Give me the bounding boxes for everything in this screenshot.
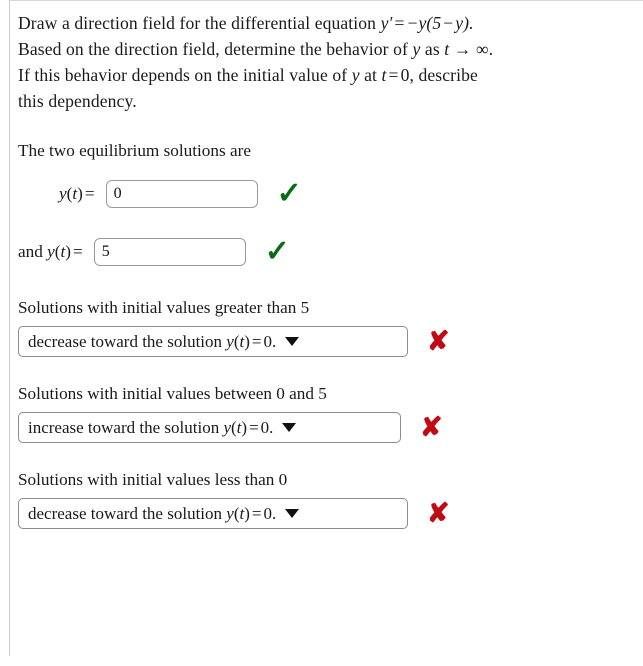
math-equals: = xyxy=(251,503,262,523)
question-label-3: Solutions with initial values less than … xyxy=(18,470,288,489)
problem-line-3-text: If this behavior depends on the initial … xyxy=(18,65,348,85)
incorrect-cross-icon-1: ✘ xyxy=(427,326,450,356)
math-y-var-3: y xyxy=(351,65,360,85)
left-divider xyxy=(9,0,10,656)
math-y-prime-var: y xyxy=(380,13,389,33)
math-rhs-b: y). xyxy=(455,13,474,33)
equilibrium-input-1[interactable]: 0 xyxy=(105,180,258,208)
math-infinity-symbol: ∞. xyxy=(475,39,494,59)
question-row-1: decrease toward the solution y(t) = 0. ✘ xyxy=(18,326,643,357)
equilibrium-row-1: y(t) = 0 ✓ xyxy=(18,175,643,213)
problem-panel: Draw a direction field for the different… xyxy=(18,0,643,666)
question-label-2: Solutions with initial values between 0 … xyxy=(18,384,327,403)
problem-statement: Draw a direction field for the different… xyxy=(18,10,643,114)
math-equals: = xyxy=(73,242,83,261)
math-equals: = xyxy=(84,184,95,203)
math-equals: = xyxy=(249,417,259,437)
math-equals-1: = xyxy=(394,13,405,33)
math-minus-1: − xyxy=(443,13,454,33)
problem-line-3-at: at xyxy=(364,65,378,85)
answer-dropdown-1-value: 0. xyxy=(263,331,277,351)
question-label-1: Solutions with initial values greater th… xyxy=(18,298,310,317)
equilibrium-row-2-label: and y(t) = xyxy=(18,242,85,262)
incorrect-cross-icon-3: ✘ xyxy=(427,498,450,528)
math-arrow-symbol: → xyxy=(453,39,472,59)
math-t-var-3: t xyxy=(381,65,387,85)
incorrect-cross-icon-2: ✘ xyxy=(420,412,443,442)
math-zero-3: 0, xyxy=(400,65,414,85)
answer-dropdown-3-value: 0. xyxy=(263,503,277,523)
answer-dropdown-2-verb: increase toward the solution xyxy=(28,417,220,437)
chevron-down-icon[interactable] xyxy=(285,509,300,518)
question-row-3: decrease toward the solution y(t) = 0. ✘ xyxy=(18,498,643,529)
chevron-down-icon[interactable] xyxy=(285,337,300,346)
answer-dropdown-1[interactable]: decrease toward the solution y(t) = 0. xyxy=(18,326,408,357)
math-equals: = xyxy=(251,331,262,351)
chevron-down-icon[interactable] xyxy=(282,423,297,432)
correct-check-icon-2: ✓ xyxy=(264,235,290,268)
problem-line-4: this dependency. xyxy=(18,91,137,111)
answer-dropdown-3[interactable]: decrease toward the solution y(t) = 0. xyxy=(18,498,408,529)
answer-dropdown-1-verb: decrease toward the solution xyxy=(28,331,223,351)
answer-dropdown-3-verb: decrease toward the solution xyxy=(28,503,223,523)
problem-line-1: Draw a direction field for the different… xyxy=(18,10,643,36)
equilibrium-row-2: and y(t) = 5 ✓ xyxy=(18,233,643,271)
equilibrium-input-2[interactable]: 5 xyxy=(93,238,246,266)
answer-dropdown-2-value: 0. xyxy=(260,417,274,437)
correct-check-icon-1: ✓ xyxy=(276,177,302,210)
equilibrium-heading: The two equilibrium solutions are xyxy=(18,141,251,160)
math-y-var: y xyxy=(226,331,234,351)
math-equals-3: = xyxy=(388,65,399,85)
math-y-var: y xyxy=(59,184,67,203)
math-t-var-2: t xyxy=(444,39,450,59)
problem-line-3: If this behavior depends on the initial … xyxy=(18,62,643,88)
math-y-var: y xyxy=(226,503,234,523)
equilibrium-row-1-label: y(t) = xyxy=(59,184,97,204)
problem-line-2: Based on the direction field, determine … xyxy=(18,36,643,62)
equilibrium-input-2-value: 5 xyxy=(101,243,110,260)
answer-dropdown-2[interactable]: increase toward the solution y(t) = 0. xyxy=(18,412,401,443)
problem-line-2-as: as xyxy=(424,39,440,59)
equilibrium-input-1-value: 0 xyxy=(113,185,122,202)
math-rhs-a: −y(5 xyxy=(406,13,442,33)
equilibrium-row-2-and: and xyxy=(18,242,43,261)
question-row-2: increase toward the solution y(t) = 0. ✘ xyxy=(18,412,643,443)
math-y-var: y xyxy=(47,242,55,261)
math-y-var-2: y xyxy=(412,39,421,59)
math-y-var: y xyxy=(223,417,231,437)
problem-line-1-text: Draw a direction field for the different… xyxy=(18,13,377,33)
problem-line-3-tail: describe xyxy=(418,65,478,85)
problem-line-2-text: Based on the direction field, determine … xyxy=(18,39,408,59)
